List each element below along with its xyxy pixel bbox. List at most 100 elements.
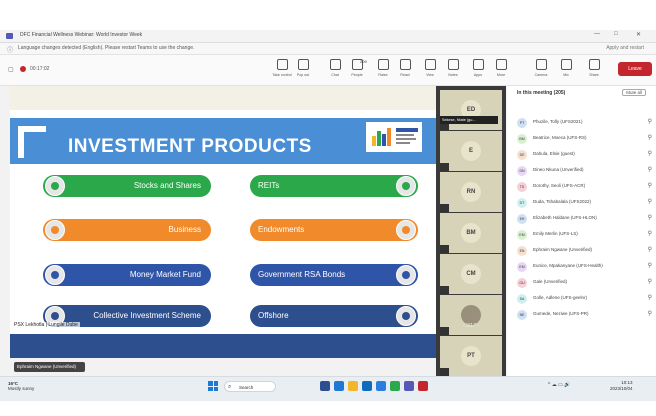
weather-widget[interactable]: 16°C Mostly sunny [8, 381, 34, 391]
toolbar-view-button[interactable]: View [420, 59, 440, 77]
participant-avatar: EN [517, 246, 527, 256]
participant-name: Ephraim Ngwane (Unverified) [533, 247, 593, 252]
participant-row[interactable]: DN Dineo Nkuna (Unverified) ⚲ [517, 164, 652, 178]
toolbar-button-label: Chat [331, 73, 339, 77]
participant-row[interactable]: NE Gumede, Neziwe (UFS-PR) ⚲ [517, 308, 652, 322]
participant-row[interactable]: EH Elizabeth Haldane (UFS-HLON) ⚲ [517, 212, 652, 226]
slide-footer-band [10, 334, 436, 358]
toolbar-people-button[interactable]: 209 People [347, 59, 367, 77]
participant-avatar: RN [461, 182, 481, 202]
toolbar-chat-button[interactable]: Chat [325, 59, 345, 77]
outlook-icon[interactable] [362, 381, 372, 391]
apply-restart-link[interactable]: Apply and restart [606, 45, 644, 51]
search-icon: ⌕ [228, 384, 232, 390]
product-icon [396, 265, 416, 285]
mute-all-button[interactable]: Mute all [622, 89, 646, 96]
mic-muted-icon: ⚲ [647, 151, 652, 157]
participant-row[interactable]: EM Eunice, Mpakanyane (UFS-Health) ⚲ [517, 260, 652, 274]
participant-avatar: SA [517, 294, 527, 304]
store-icon[interactable] [376, 381, 386, 391]
system-tray-icons[interactable]: ^ ☁ ▭ 🔊 [548, 382, 570, 388]
participant-avatar: NE [517, 310, 527, 320]
windows-start-icon[interactable] [208, 381, 218, 391]
weather-desc: Mostly sunny [8, 386, 35, 391]
participant-row[interactable]: EN Ephraim Ngwane (Unverified) ⚲ [517, 244, 652, 258]
teams-icon[interactable] [404, 381, 414, 391]
video-tile[interactable]: RN [440, 172, 502, 212]
bracket-decoration [18, 126, 46, 158]
toolbar-raise-button[interactable]: Raise [373, 59, 393, 77]
toolbar-button-label: Share [589, 73, 599, 77]
toolbar-mic-button[interactable]: Mic [556, 59, 576, 77]
presenter-label: PSX Lekhotla | Lungile Dube [12, 322, 80, 328]
participant-name: Gumede, Neziwe (UFS-PR) [533, 311, 589, 316]
video-tile[interactable]: ED [440, 90, 502, 130]
acrobat-icon[interactable] [418, 381, 428, 391]
mic-muted-icon: ⚲ [647, 311, 652, 317]
task-view-icon[interactable] [320, 381, 330, 391]
meeting-toolbar: ▢ 00:17:02 Take control Pop out Chat 209 Peo… [0, 55, 656, 86]
chrome-icon[interactable] [390, 381, 400, 391]
participant-row[interactable]: TS Dorothy, Seoli (UFS-ACR) ⚲ [517, 180, 652, 194]
participant-row[interactable]: PT Phuzile, Tolly (UFS2021) ⚲ [517, 116, 652, 130]
participant-row[interactable]: BM Beatrice, Moeca (UFS-RS) ⚲ [517, 132, 652, 146]
product-label: Stocks and Shares [133, 181, 201, 190]
participant-row[interactable]: GU Gale (Unverified) ⚲ [517, 276, 652, 290]
toolbar-apps-button[interactable]: Apps [468, 59, 488, 77]
mic-icon [560, 59, 572, 70]
product-right-3: Offshore [250, 305, 418, 327]
edge-icon[interactable] [334, 381, 344, 391]
product-icon [45, 220, 65, 240]
leave-button[interactable]: Leave [618, 62, 652, 76]
video-tile[interactable]: PT [440, 336, 502, 376]
toolbar-button-label: Notes [448, 73, 458, 77]
mic-muted-icon [440, 245, 449, 253]
product-label: Offshore [258, 311, 289, 320]
product-label: REITs [258, 181, 280, 190]
toolbar-notes-button[interactable]: Notes [443, 59, 463, 77]
participant-avatar: PT [461, 346, 481, 366]
toolbar-button-label: Camera [534, 73, 548, 77]
video-tile[interactable]: E [440, 131, 502, 171]
product-left-2: Money Market Fund [43, 264, 211, 286]
toolbar-react-button[interactable]: React [395, 59, 415, 77]
mic-muted-icon [440, 286, 449, 294]
participants-heading[interactable]: In this meeting (205) [517, 90, 565, 96]
toolbar-button-label: People [351, 73, 363, 77]
participant-avatar: DE [517, 150, 527, 160]
participant-name: Phuzile, Tolly (UFS2021) [533, 119, 583, 124]
people-count-badge: 209 [360, 59, 367, 64]
participant-name: Eunice, Mpakanyane (UFS-Health) [533, 263, 603, 268]
apps-icon [472, 59, 484, 70]
slide-header-strip [10, 86, 436, 110]
close-button[interactable]: ✕ [636, 31, 641, 38]
video-tile[interactable]: CM [440, 254, 502, 294]
toolbar-camera-button[interactable]: Camera [531, 59, 551, 77]
tiles-pager[interactable]: ‹ 3/17 › [444, 321, 498, 331]
shared-slide: INVESTMENT PRODUCTS Stocks and Shares Bus… [10, 86, 436, 358]
participant-avatar: E [461, 141, 481, 161]
participant-avatar: CM [461, 264, 481, 284]
info-icon: ⓘ [7, 48, 14, 54]
product-icon [45, 265, 65, 285]
toolbar-pop-out-button[interactable]: Pop out [293, 59, 313, 77]
toolbar-share-button[interactable]: Share [584, 59, 604, 77]
participant-row[interactable]: EM Emily Merlin (UFS-LS) ⚲ [517, 228, 652, 242]
taskbar-search[interactable]: ⌕ Search [224, 381, 276, 392]
participant-name: Emily Merlin (UFS-LS) [533, 231, 578, 236]
participant-name: Gale (Unverified) [533, 279, 568, 284]
participant-row[interactable]: DT Duda, Tshabalala (UFS2022) ⚲ [517, 196, 652, 210]
video-tile[interactable]: BM [440, 213, 502, 253]
minimize-button[interactable]: — [594, 31, 600, 37]
toolbar-button-label: Apps [473, 73, 483, 77]
window-title-bar: DFC Financial Wellness Webinar: World In… [0, 30, 656, 43]
participant-row[interactable]: DE Dahula, Elsie (guest) ⚲ [517, 148, 652, 162]
file-explorer-icon[interactable] [348, 381, 358, 391]
toolbar-take-control-button[interactable]: Take control [272, 59, 292, 77]
toolbar-more-button[interactable]: More [491, 59, 511, 77]
pop-out-icon [297, 59, 309, 70]
maximize-button[interactable]: □ [614, 31, 618, 37]
taskbar-clock[interactable]: 10:13 2023/10/04 [610, 380, 633, 392]
participant-row[interactable]: SA Golle, Adlene (UFS-geelnr) ⚲ [517, 292, 652, 306]
participant-avatar: EM [517, 262, 527, 272]
